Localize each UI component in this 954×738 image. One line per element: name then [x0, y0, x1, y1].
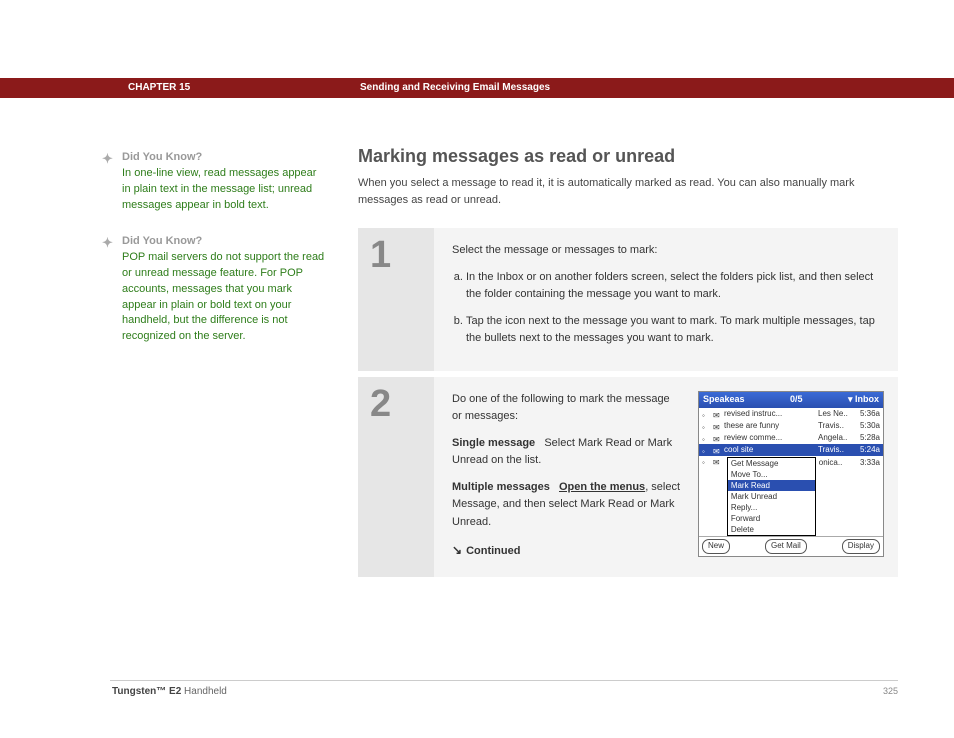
menu-item[interactable]: Delete: [728, 524, 815, 535]
menu-item[interactable]: Move To...: [728, 469, 815, 480]
ss-subject: revised instruc...: [724, 408, 818, 420]
menu-item[interactable]: Mark Unread: [728, 491, 815, 502]
step-2: 2 Do one of the following to mark the me…: [358, 377, 898, 577]
ss-titlebar: Speakeas 0/5 ▾ Inbox: [699, 392, 883, 408]
section-heading: Marking messages as read or unread: [358, 146, 898, 167]
continued-label: Continued: [466, 545, 520, 557]
mail-icon: ◦: [702, 457, 710, 465]
sub-steps: In the Inbox or on another folders scree…: [452, 269, 880, 347]
multi-label: Multiple messages: [452, 481, 550, 493]
display-button[interactable]: Display: [842, 539, 880, 553]
step-number-box: 1: [358, 228, 434, 371]
footer-product: Tungsten™ E2 Handheld: [112, 686, 227, 697]
ss-time: 5:24a: [854, 444, 880, 456]
step-body: Do one of the following to mark the mess…: [434, 377, 898, 577]
mail-icon: ◦: [702, 422, 710, 430]
step-lead: Select the message or messages to mark:: [452, 242, 880, 259]
tip-body: POP mail servers do not support the read…: [122, 250, 328, 346]
ss-from: Travis..: [818, 420, 854, 432]
main-content: Marking messages as read or unread When …: [358, 146, 898, 583]
envelope-icon: ✉: [713, 434, 721, 442]
ss-subject: review comme...: [724, 432, 818, 444]
open-menus-link[interactable]: Open the menus: [559, 481, 645, 493]
ss-subject: these are funny: [724, 420, 818, 432]
ss-from: Les Ne..: [818, 408, 854, 420]
ss-button-bar: New Get Mail Display: [699, 536, 883, 555]
ss-time: 3:33a: [854, 457, 880, 469]
substep-a: In the Inbox or on another folders scree…: [466, 269, 880, 303]
footer-rule: [110, 680, 898, 681]
tip-heading: Did You Know?: [122, 235, 202, 247]
step-body: Select the message or messages to mark: …: [434, 228, 898, 371]
ss-row-with-menu[interactable]: ◦✉ Get Message Move To... Mark Read Mark…: [699, 456, 883, 536]
ss-row[interactable]: ◦✉revised instruc...Les Ne..5:36a: [699, 408, 883, 420]
ss-subject: cool site: [724, 444, 818, 456]
envelope-icon: ✉: [713, 410, 721, 418]
menu-item[interactable]: Reply...: [728, 502, 815, 513]
ss-folder-picker[interactable]: ▾ Inbox: [848, 393, 879, 407]
get-mail-button[interactable]: Get Mail: [765, 539, 807, 553]
menu-item[interactable]: Get Message: [728, 458, 815, 469]
device-screenshot: Speakeas 0/5 ▾ Inbox ◦✉revised instruc..…: [698, 391, 884, 556]
ss-row[interactable]: ◦✉these are funnyTravis..5:30a: [699, 420, 883, 432]
mail-icon: ◦: [702, 410, 710, 418]
ss-time: 5:36a: [854, 408, 880, 420]
intro-paragraph: When you select a message to read it, it…: [358, 175, 898, 208]
ss-counter: 0/5: [790, 393, 803, 407]
multiple-messages-line: Multiple messages Open the menus, select…: [452, 479, 682, 530]
envelope-icon: ✉: [713, 446, 721, 454]
ss-row[interactable]: ◦✉review comme...Angela..5:28a: [699, 432, 883, 444]
ss-app-name: Speakeas: [703, 393, 745, 407]
page: CHAPTER 15 Sending and Receiving Email M…: [0, 0, 954, 738]
substep-b: Tap the icon next to the message you wan…: [466, 313, 880, 347]
envelope-icon: ✉: [713, 457, 721, 465]
plus-icon: ✦: [102, 234, 113, 253]
plus-icon: ✦: [102, 150, 113, 169]
continued-indicator: ↘ Continued: [452, 541, 682, 560]
header-bar: CHAPTER 15 Sending and Receiving Email M…: [0, 78, 954, 98]
single-message-line: Single message Select Mark Read or Mark …: [452, 435, 682, 469]
product-name-rest: Handheld: [181, 686, 227, 697]
step-lead: Do one of the following to mark the mess…: [452, 391, 682, 425]
ss-time: 5:30a: [854, 420, 880, 432]
tip-heading: Did You Know?: [122, 151, 202, 163]
ss-from: onica..: [819, 457, 855, 469]
page-number: 325: [883, 686, 898, 696]
envelope-icon: ✉: [713, 422, 721, 430]
product-name-bold: Tungsten™ E2: [112, 686, 181, 697]
ss-from: Angela..: [818, 432, 854, 444]
tip-block: ✦ Did You Know? In one-line view, read m…: [98, 150, 328, 214]
chapter-label: CHAPTER 15: [128, 82, 190, 93]
sidebar: ✦ Did You Know? In one-line view, read m…: [98, 150, 328, 365]
step-number-box: 2: [358, 377, 434, 577]
chapter-title: Sending and Receiving Email Messages: [360, 82, 550, 93]
single-label: Single message: [452, 437, 535, 449]
mail-icon: ◦: [702, 434, 710, 442]
context-menu[interactable]: Get Message Move To... Mark Read Mark Un…: [727, 457, 816, 536]
continued-arrow-icon: ↘: [452, 541, 462, 560]
mail-icon: ◦: [702, 446, 710, 454]
menu-item-selected[interactable]: Mark Read: [728, 480, 815, 491]
ss-message-list: ◦✉revised instruc...Les Ne..5:36a ◦✉thes…: [699, 408, 883, 536]
step-number: 2: [370, 385, 422, 423]
ss-from: Travis..: [818, 444, 854, 456]
step-1: 1 Select the message or messages to mark…: [358, 228, 898, 371]
step-number: 1: [370, 236, 422, 274]
ss-time: 5:28a: [854, 432, 880, 444]
tip-block: ✦ Did You Know? POP mail servers do not …: [98, 234, 328, 346]
menu-item[interactable]: Forward: [728, 513, 815, 524]
tip-body: In one-line view, read messages appear i…: [122, 166, 328, 214]
ss-row-selected[interactable]: ◦✉cool siteTravis..5:24a: [699, 444, 883, 456]
new-button[interactable]: New: [702, 539, 730, 553]
